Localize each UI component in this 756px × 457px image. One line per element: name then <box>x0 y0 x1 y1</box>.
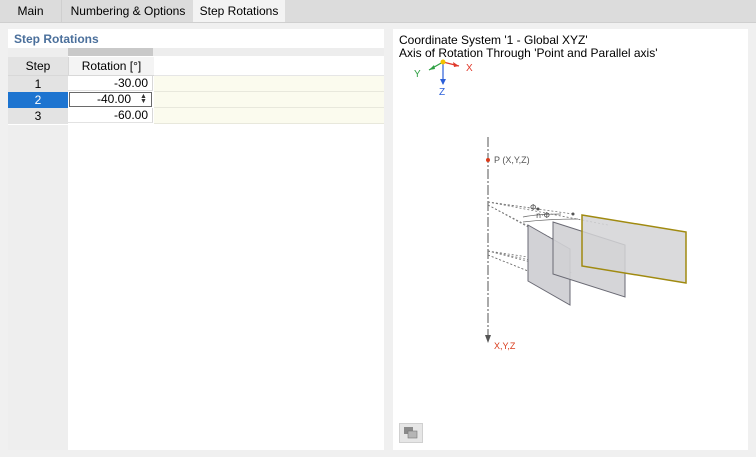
axis-triad-icon: X Y Z <box>414 59 473 98</box>
spinner-arrows-icon[interactable]: ▲ ▼ <box>139 93 148 105</box>
row-step-number[interactable]: 1 <box>8 76 68 93</box>
rotation-cell[interactable]: -30.00 <box>68 76 153 91</box>
tab-step-rotations[interactable]: Step Rotations <box>193 0 285 22</box>
rotation-input-value: -40.00 <box>96 92 131 106</box>
section-title: Step Rotations <box>14 32 99 46</box>
axis-arrow-icon <box>485 335 491 343</box>
y-axis-label: Y <box>414 69 421 80</box>
row-step-number[interactable]: 3 <box>8 108 68 125</box>
table-row-selected[interactable]: 2 -40.00 ▲ ▼ <box>8 92 384 109</box>
tab-main[interactable]: Main <box>0 0 61 22</box>
tab-numbering-options[interactable]: Numbering & Options <box>61 0 194 22</box>
row-filler <box>154 92 384 108</box>
point-label: P (X,Y,Z) <box>494 155 530 165</box>
row-step-number[interactable]: 2 <box>8 92 68 109</box>
rotation-diagram: X Y Z P (X,Y,Z) X,Y,Z Φ n·Φ <box>414 59 687 351</box>
multi-angle-arc <box>522 218 579 223</box>
column-header-rotation[interactable]: Rotation [°] <box>68 57 155 76</box>
view-options-button[interactable] <box>399 423 423 443</box>
column-group-header <box>68 48 153 56</box>
column-group-header-rest <box>153 48 384 56</box>
column-header-step[interactable]: Step <box>8 57 68 76</box>
z-axis-label: Z <box>439 87 445 98</box>
preview-panel: Coordinate System '1 - Global XYZ' Axis … <box>393 29 748 450</box>
table-row[interactable]: 3 -60.00 <box>8 108 384 125</box>
n-phi-label: n·Φ <box>536 211 550 220</box>
step-rotations-panel: Step Rotations Step Rotation [°] 1 -30.0… <box>8 29 384 450</box>
axis-direction-label: X,Y,Z <box>494 341 516 351</box>
rotation-spin-input[interactable]: -40.00 ▲ ▼ <box>69 92 152 107</box>
rotation-cell[interactable]: -60.00 <box>68 108 153 123</box>
table-row[interactable]: 1 -30.00 <box>8 76 384 93</box>
axis-point-icon <box>486 158 490 162</box>
row-filler <box>154 76 384 92</box>
tab-bar: Main Numbering & Options Step Rotations <box>0 0 756 23</box>
view-options-icon <box>404 427 418 439</box>
x-axis-label: X <box>466 63 473 74</box>
row-filler <box>154 108 384 124</box>
column-header-empty <box>154 57 384 76</box>
